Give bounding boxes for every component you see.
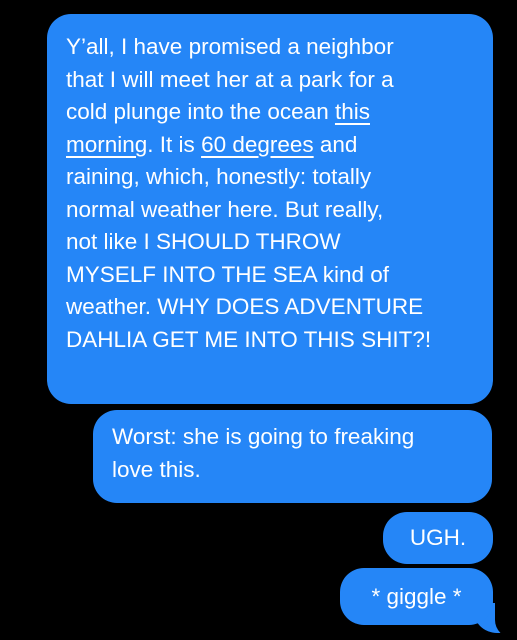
message-line: that I will meet her at a park for a	[66, 64, 475, 97]
message-line: Y’all, I have promised a neighbor	[66, 31, 475, 64]
message-text: . It is	[147, 131, 202, 157]
message-bubble[interactable]: Y’all, I have promised a neighbor that I…	[47, 14, 493, 404]
message-text: DAHLIA GET ME INTO THIS SHIT?!	[66, 326, 432, 352]
message-bubble[interactable]: * giggle *	[340, 568, 493, 625]
message-text: raining, which, honestly: totally	[66, 164, 372, 189]
message-line: * giggle *	[340, 581, 493, 614]
message-text: love this.	[112, 456, 201, 482]
date-link[interactable]: this	[335, 99, 370, 124]
message-bubble[interactable]: Worst: she is going to freaking love thi…	[93, 410, 492, 503]
date-link[interactable]: morning	[66, 132, 147, 157]
message-line: weather. WHY DOES ADVENTURE	[66, 291, 475, 324]
message-text: cold plunge into the ocean	[66, 99, 335, 124]
message-line: normal weather here. But really,	[66, 194, 475, 227]
message-line: cold plunge into the ocean this	[66, 96, 475, 129]
message-text: and	[313, 131, 358, 157]
message-text: * giggle *	[371, 584, 462, 609]
message-text: Worst: she is going to freaking	[112, 424, 415, 449]
message-line: raining, which, honestly: totally	[66, 161, 475, 194]
message-text: normal weather here. But really,	[66, 196, 384, 222]
message-text: weather. WHY DOES ADVENTURE	[66, 294, 424, 319]
message-bubble[interactable]: UGH.	[383, 512, 493, 564]
message-text: MYSELF INTO THE SEA kind of	[66, 261, 390, 287]
message-line: love this.	[112, 454, 474, 487]
message-text: not like I SHOULD THROW	[66, 229, 341, 254]
temperature-link[interactable]: 60 degrees	[201, 132, 314, 157]
message-line: DAHLIA GET ME INTO THIS SHIT?!	[66, 324, 475, 357]
message-line: Worst: she is going to freaking	[112, 421, 474, 454]
message-line: UGH.	[383, 522, 493, 555]
message-text: Y’all, I have promised a neighbor	[66, 34, 394, 59]
message-thread: Y’all, I have promised a neighbor that I…	[0, 0, 517, 640]
message-text: that I will meet her at a park for a	[66, 66, 394, 92]
message-text: UGH.	[409, 525, 467, 550]
message-line: not like I SHOULD THROW	[66, 226, 475, 259]
message-line: MYSELF INTO THE SEA kind of	[66, 259, 475, 292]
message-line: morning. It is 60 degrees and	[66, 129, 475, 162]
